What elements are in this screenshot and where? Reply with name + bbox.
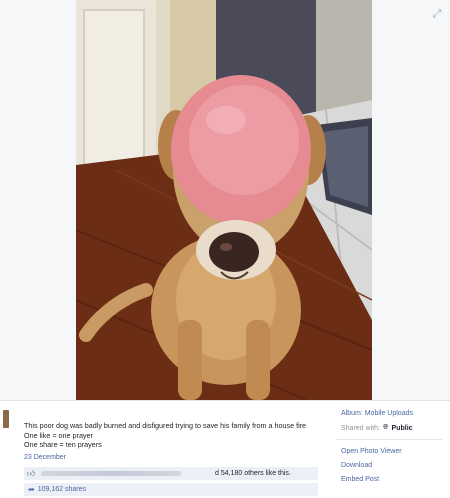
album-link[interactable]: Album: Mobile Uploads (341, 410, 413, 417)
likes-bar[interactable]: 👍︎ d 54,180 others like this. (24, 467, 318, 480)
shared-with-label: Shared with: (341, 424, 380, 432)
privacy-value[interactable]: Public (392, 425, 413, 432)
post-photo[interactable] (76, 0, 372, 400)
shares-count-text[interactable]: 109,162 shares (38, 486, 86, 493)
expand-icon[interactable]: ⤢ (431, 8, 443, 20)
globe-icon: 🌐︎ (382, 424, 389, 431)
post-details-panel: This poor dog was badly burned and disfi… (0, 400, 450, 498)
redacted-names (41, 471, 181, 476)
post-date[interactable]: 23 December (24, 454, 66, 461)
shared-with: Shared with: 🌐︎ Public (341, 424, 413, 432)
photo-stage: ⤢ (0, 0, 450, 400)
dog-photo-illustration (76, 0, 372, 400)
caption-line: One like = one prayer (24, 430, 93, 440)
shares-bar[interactable]: ➦ 109,162 shares (24, 483, 318, 496)
caption-line: This poor dog was badly burned and disfi… (24, 421, 307, 430)
divider (336, 439, 442, 440)
caption-line: One share = ten prayers (24, 440, 102, 450)
open-photo-viewer-link[interactable]: Open Photo Viewer (341, 448, 402, 455)
download-link[interactable]: Download (341, 462, 372, 469)
likes-count-text[interactable]: d 54,180 others like this. (215, 470, 291, 477)
share-arrow-icon: ➦ (28, 485, 35, 494)
embed-post-link[interactable]: Embed Post (341, 476, 379, 483)
post-caption: This poor dog was badly burned and disfi… (24, 421, 329, 450)
thumbs-up-icon[interactable]: 👍︎ (27, 469, 39, 479)
avatar[interactable] (3, 410, 9, 428)
